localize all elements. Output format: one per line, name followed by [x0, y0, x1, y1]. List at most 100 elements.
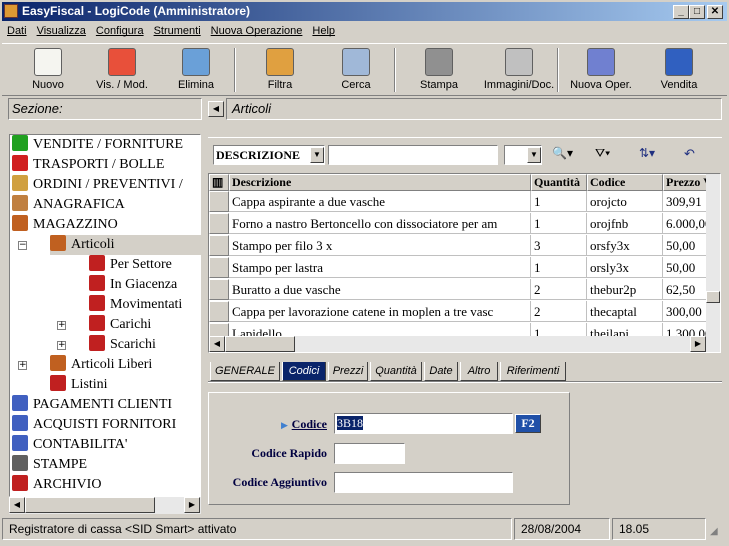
search-operator-select[interactable]: ▼	[504, 145, 542, 165]
tree-item-ordini-preventivi[interactable]: ORDINI / PREVENTIVI /	[12, 175, 183, 195]
menu-visualizza[interactable]: Visualizza	[32, 22, 91, 41]
tree-item-articoli[interactable]: Articoli	[50, 235, 235, 255]
tree-expander[interactable]: +	[57, 321, 66, 330]
tree-expander[interactable]: +	[18, 361, 27, 370]
scroll-thumb[interactable]	[225, 336, 295, 352]
table-cell[interactable]: thebur2p	[587, 279, 663, 300]
tree-item-carichi[interactable]: Carichi	[89, 315, 151, 335]
tab-riferimenti[interactable]: Riferimenti	[500, 362, 566, 381]
table-cell[interactable]: Cappa per lavorazione catene in moplen a…	[229, 301, 531, 322]
toolbar-image-button[interactable]: Immagini/Doc.	[481, 46, 557, 96]
column-header[interactable]: Codice	[587, 174, 663, 191]
table-cell[interactable]: 1	[531, 257, 587, 278]
collapse-panel-button[interactable]: ◀	[208, 101, 224, 117]
row-header[interactable]	[209, 279, 229, 300]
tree-item-articoli-liberi[interactable]: Articoli Liberi	[50, 355, 152, 375]
scroll-left-button[interactable]: ◀	[209, 336, 225, 352]
tree-item-contabilita[interactable]: CONTABILITA'	[12, 435, 127, 455]
codice-input[interactable]: 3B18	[334, 413, 513, 434]
row-header[interactable]	[209, 191, 229, 212]
table-cell[interactable]: 50,00	[663, 257, 711, 278]
f2-button[interactable]: F2	[515, 414, 541, 433]
filter-icon[interactable]: ⛛▾	[595, 146, 625, 164]
chevron-down-icon[interactable]: ▼	[310, 147, 324, 163]
tree-item-vendite-forniture[interactable]: VENDITE / FORNITURE	[12, 135, 183, 155]
toolbar-trash-button[interactable]: Elimina	[158, 46, 234, 96]
column-header[interactable]: Descrizione	[229, 174, 531, 191]
search-field-select[interactable]: DESCRIZIONE ▼	[213, 145, 325, 165]
find-icon[interactable]: 🔍▾	[552, 146, 582, 164]
table-cell[interactable]: orojcto	[587, 191, 663, 212]
row-header[interactable]	[209, 301, 229, 322]
table-cell[interactable]: Buratto a due vasche	[229, 279, 531, 300]
row-header[interactable]	[209, 213, 229, 234]
sort-icon[interactable]: ⇅▾	[639, 146, 669, 164]
table-cell[interactable]: 2	[531, 301, 587, 322]
tab-altro[interactable]: Altro	[460, 362, 498, 381]
tab-prezzi[interactable]: Prezzi	[328, 362, 368, 381]
table-cell[interactable]: 309,91	[663, 191, 711, 212]
table-cell[interactable]: thecaptal	[587, 301, 663, 322]
toolbar-search-button[interactable]: Cerca	[318, 46, 394, 96]
maximize-button[interactable]: □	[689, 5, 705, 19]
tree-expander[interactable]: +	[57, 341, 66, 350]
tree-item-stampe[interactable]: STAMPE	[12, 455, 87, 475]
tree-item-movimentati[interactable]: Movimentati	[89, 295, 182, 315]
tree-expander[interactable]: −	[18, 241, 27, 250]
tree-item-anagrafica[interactable]: ANAGRAFICA	[12, 195, 125, 215]
tree-item-acquisti-fornitori[interactable]: ACQUISTI FORNITORI	[12, 415, 176, 435]
menu-configura[interactable]: Configura	[91, 22, 149, 41]
scroll-thumb[interactable]	[706, 291, 720, 303]
table-cell[interactable]: Stampo per filo 3 x	[229, 235, 531, 256]
toolbar-edit-doc-button[interactable]: Vis. / Mod.	[84, 46, 160, 96]
table-cell[interactable]: 1	[531, 213, 587, 234]
codice-rapido-input[interactable]	[334, 443, 405, 464]
tree-hscrollbar[interactable]: ◀ ▶	[9, 497, 201, 514]
resize-grip-icon[interactable]: ◢	[710, 526, 718, 537]
tree-item-archivio[interactable]: ARCHIVIO	[12, 475, 101, 495]
table-cell[interactable]: Stampo per lastra	[229, 257, 531, 278]
search-input[interactable]	[328, 145, 498, 165]
scroll-left-button[interactable]: ◀	[9, 497, 25, 513]
column-header[interactable]: Quantità	[531, 174, 587, 191]
menu-nuova-operazione[interactable]: Nuova Operazione	[206, 22, 308, 41]
table-corner-icon[interactable]: ▥	[209, 174, 229, 191]
toolbar-printer-button[interactable]: Stampa	[401, 46, 477, 96]
row-header[interactable]	[209, 257, 229, 278]
toolbar-funnel-button[interactable]: Filtra	[242, 46, 318, 96]
row-header[interactable]	[209, 235, 229, 256]
tree-item-per-settore[interactable]: Per Settore	[89, 255, 172, 275]
table-cell[interactable]: orojfnb	[587, 213, 663, 234]
menu-dati[interactable]: Dati	[2, 22, 32, 41]
table-cell[interactable]: orsfy3x	[587, 235, 663, 256]
menu-strumenti[interactable]: Strumenti	[149, 22, 206, 41]
minimize-button[interactable]: _	[673, 5, 689, 19]
undo-icon[interactable]: ↶	[684, 146, 702, 164]
table-vscrollbar[interactable]	[706, 174, 720, 336]
table-cell[interactable]: 2	[531, 279, 587, 300]
scroll-right-button[interactable]: ▶	[690, 336, 706, 352]
scroll-thumb[interactable]	[25, 497, 155, 513]
tree-item-trasporti-bolle[interactable]: TRASPORTI / BOLLE	[12, 155, 164, 175]
tree-item-scarichi[interactable]: Scarichi	[89, 335, 156, 355]
table-cell[interactable]: Cappa aspirante a due vasche	[229, 191, 531, 212]
tree-item-listini[interactable]: Listini	[50, 375, 108, 395]
table-cell[interactable]: 3	[531, 235, 587, 256]
toolbar-cart-button[interactable]: Vendita	[641, 46, 717, 96]
tab-quantit[interactable]: Quantità	[370, 362, 422, 381]
menu-help[interactable]: Help	[307, 22, 340, 41]
scroll-right-button[interactable]: ▶	[184, 497, 200, 513]
table-cell[interactable]: 300,00	[663, 301, 711, 322]
table-cell[interactable]: Forno a nastro Bertoncello con dissociat…	[229, 213, 531, 234]
close-button[interactable]: ✕	[707, 5, 723, 19]
tree-item-pagamenti-clienti[interactable]: PAGAMENTI CLIENTI	[12, 395, 172, 415]
table-cell[interactable]: 1	[531, 191, 587, 212]
table-cell[interactable]: 62,50	[663, 279, 711, 300]
tab-generale[interactable]: GENERALE	[210, 362, 280, 381]
toolbar-tools-button[interactable]: Nuova Oper.	[563, 46, 639, 96]
tab-date[interactable]: Date	[424, 362, 458, 381]
tab-codici[interactable]: Codici	[282, 362, 326, 381]
tree-item-magazzino[interactable]: MAGAZZINO	[12, 215, 118, 235]
table-cell[interactable]: 6.000,00	[663, 213, 711, 234]
table-cell[interactable]: 50,00	[663, 235, 711, 256]
